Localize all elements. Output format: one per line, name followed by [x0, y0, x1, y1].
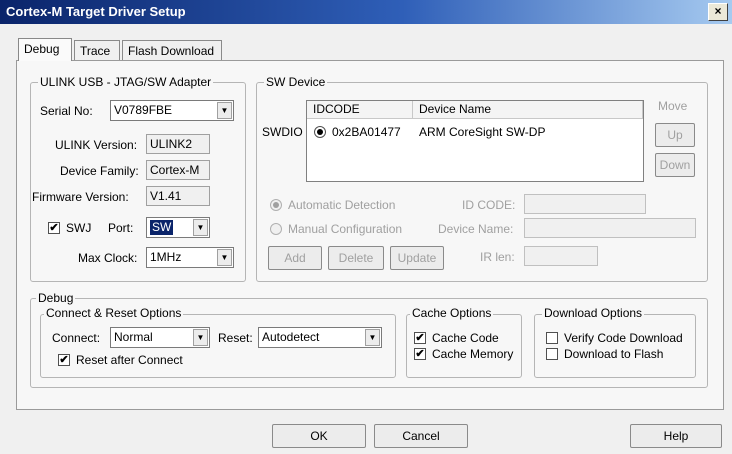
- ulink-version-field: ULINK2: [146, 134, 210, 154]
- check-icon: ✔: [49, 222, 59, 234]
- auto-detect-radio[interactable]: [270, 199, 282, 211]
- serial-select[interactable]: V0789FBE ▼: [110, 100, 234, 121]
- title-bar: Cortex-M Target Driver Setup ×: [0, 0, 732, 24]
- window-title: Cortex-M Target Driver Setup: [6, 4, 186, 19]
- verify-code-download-checkbox[interactable]: [546, 332, 558, 344]
- cache-options-group: [406, 314, 522, 378]
- update-button[interactable]: Update: [390, 246, 444, 270]
- swj-checkbox[interactable]: ✔: [48, 222, 60, 234]
- chevron-down-icon: ▼: [217, 249, 232, 266]
- move-label: Move: [658, 99, 688, 113]
- firmware-version-label: Firmware Version:: [32, 190, 129, 204]
- tab-flash-download-label: Flash Download: [128, 44, 215, 58]
- ir-len-label: IR len:: [480, 250, 515, 264]
- download-options-group: [534, 314, 696, 378]
- chevron-down-icon: ▼: [193, 219, 208, 236]
- check-icon: ✔: [59, 354, 69, 366]
- close-icon: ×: [714, 4, 722, 18]
- manual-config-label: Manual Configuration: [288, 222, 403, 236]
- swdio-label: SWDIO: [262, 125, 303, 139]
- add-button[interactable]: Add: [268, 246, 322, 270]
- row-device-name: ARM CoreSight SW-DP: [419, 125, 546, 139]
- list-item[interactable]: 0x2BA01477 ARM CoreSight SW-DP: [311, 123, 641, 141]
- device-name-label: Device Name:: [438, 222, 514, 236]
- ir-len-input[interactable]: [524, 246, 598, 266]
- max-clock-select[interactable]: 1MHz ▼: [146, 247, 234, 268]
- row-idcode: 0x2BA01477: [332, 125, 401, 139]
- connect-select[interactable]: Normal ▼: [110, 327, 210, 348]
- download-to-flash-checkbox[interactable]: [546, 348, 558, 360]
- verify-code-download-label: Verify Code Download: [564, 331, 683, 345]
- device-family-label: Device Family:: [60, 164, 139, 178]
- cache-memory-checkbox[interactable]: ✔: [414, 348, 426, 360]
- col-name-header[interactable]: Device Name: [413, 101, 643, 119]
- close-button[interactable]: ×: [708, 3, 728, 21]
- reset-label: Reset:: [218, 331, 253, 345]
- serial-label: Serial No:: [40, 104, 93, 118]
- swj-label: SWJ: [66, 221, 92, 235]
- chevron-down-icon: ▼: [217, 102, 232, 119]
- selected-radio-icon: [314, 126, 326, 138]
- port-label: Port:: [108, 221, 134, 235]
- tab-trace-label: Trace: [80, 44, 111, 58]
- device-name-input[interactable]: [524, 218, 696, 238]
- move-up-button[interactable]: Up: [655, 123, 695, 147]
- max-clock-value: 1MHz: [150, 250, 182, 264]
- reset-after-connect-label: Reset after Connect: [76, 353, 183, 367]
- sw-device-group-title: SW Device: [264, 75, 328, 89]
- tab-flash-download[interactable]: Flash Download: [122, 40, 222, 60]
- col-idcode-header[interactable]: IDCODE: [307, 101, 413, 119]
- idcode-label: ID CODE:: [462, 198, 516, 212]
- move-down-button[interactable]: Down: [655, 153, 695, 177]
- check-icon: ✔: [415, 332, 425, 344]
- reset-select[interactable]: Autodetect ▼: [258, 327, 382, 348]
- delete-button[interactable]: Delete: [328, 246, 384, 270]
- tab-debug[interactable]: Debug: [18, 38, 72, 61]
- auto-detect-label: Automatic Detection: [288, 198, 396, 212]
- chevron-down-icon: ▼: [365, 329, 380, 346]
- ulink-group-title: ULINK USB - JTAG/SW Adapter: [38, 75, 214, 89]
- cancel-button[interactable]: Cancel: [374, 424, 468, 448]
- help-button[interactable]: Help: [630, 424, 722, 448]
- connect-value: Normal: [114, 330, 153, 344]
- connect-label: Connect:: [52, 331, 101, 345]
- tab-trace[interactable]: Trace: [74, 40, 120, 60]
- chevron-down-icon: ▼: [193, 329, 208, 346]
- reset-after-connect-checkbox[interactable]: ✔: [58, 354, 70, 366]
- serial-value: V0789FBE: [114, 103, 173, 117]
- cache-memory-label: Cache Memory: [432, 347, 514, 361]
- device-list[interactable]: IDCODE Device Name 0x2BA01477 ARM CoreSi…: [306, 100, 644, 182]
- idcode-input[interactable]: [524, 194, 646, 214]
- connect-reset-title: Connect & Reset Options: [44, 306, 184, 320]
- download-options-title: Download Options: [542, 306, 645, 320]
- device-family-field: Cortex-M: [146, 160, 210, 180]
- debug-group-title: Debug: [36, 291, 76, 305]
- reset-value: Autodetect: [262, 330, 320, 344]
- tab-debug-label: Debug: [24, 42, 60, 56]
- ulink-version-label: ULINK Version:: [55, 138, 138, 152]
- ok-button[interactable]: OK: [272, 424, 366, 448]
- max-clock-label: Max Clock:: [78, 251, 138, 265]
- cache-code-label: Cache Code: [432, 331, 499, 345]
- cache-code-checkbox[interactable]: ✔: [414, 332, 426, 344]
- port-value: SW: [150, 220, 174, 235]
- download-to-flash-label: Download to Flash: [564, 347, 664, 361]
- cache-options-title: Cache Options: [410, 306, 494, 320]
- port-select[interactable]: SW ▼: [146, 217, 210, 238]
- firmware-version-field: V1.41: [146, 186, 210, 206]
- check-icon: ✔: [415, 348, 425, 360]
- manual-config-radio[interactable]: [270, 223, 282, 235]
